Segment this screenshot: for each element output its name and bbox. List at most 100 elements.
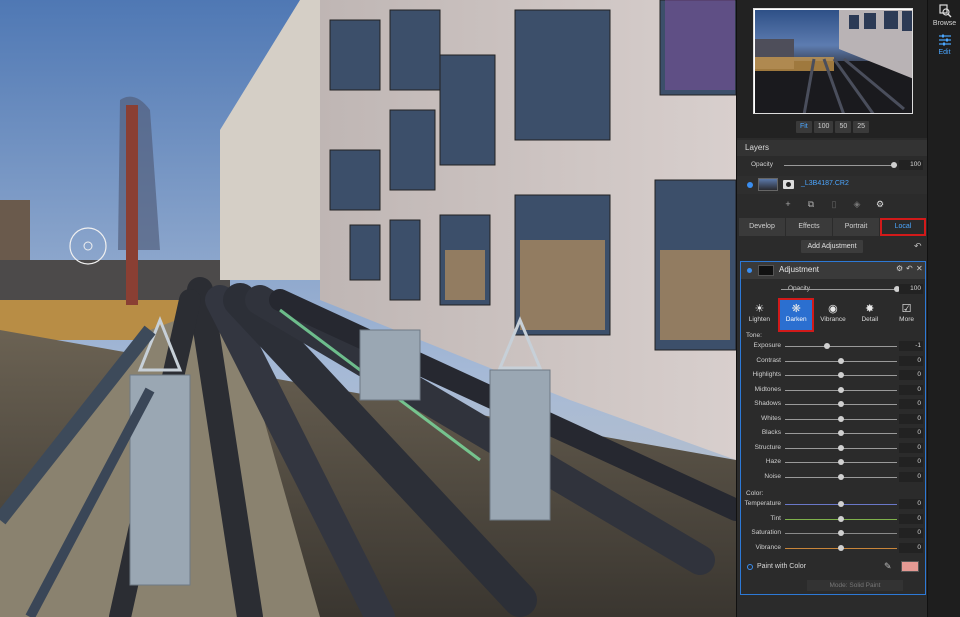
slider-value[interactable]: 0 (899, 457, 923, 467)
slider-value[interactable]: 0 (899, 370, 923, 380)
adjustment-header[interactable]: Adjustment ⚙ ↶ ✕ (741, 262, 925, 279)
add-adjustment-button[interactable]: Add Adjustment (801, 240, 863, 253)
layer-visible-dot[interactable] (747, 182, 753, 188)
slider-value[interactable]: -1 (899, 341, 923, 351)
lighten-icon: ☀ (754, 303, 765, 315)
delete-layer-icon[interactable]: ▯ (829, 199, 839, 209)
tab-local[interactable]: Local (880, 218, 926, 236)
layers-opacity-track[interactable] (784, 165, 897, 166)
paint-color-swatch[interactable] (901, 561, 919, 572)
slider-value[interactable]: 0 (899, 528, 923, 538)
adjustment-icon (758, 265, 774, 276)
paint-mode-select[interactable]: Mode: Solid Paint (807, 580, 903, 591)
slider-value[interactable]: 0 (899, 413, 923, 424)
browse-mode-button[interactable]: Browse (928, 4, 960, 27)
slider-midtones[interactable]: Midtones 0 (741, 384, 925, 397)
preset-detail[interactable]: ✸ Detail (854, 300, 886, 330)
adjustment-opacity-track[interactable] (781, 289, 897, 290)
side-panel: Fit 100 50 25 Layers Opacity 100 _L3B4187.C… (736, 0, 928, 617)
reset-icon[interactable]: ↶ (914, 241, 922, 252)
tab-effects[interactable]: Effects (786, 218, 832, 236)
slider-thumb[interactable] (838, 515, 844, 522)
slider-thumb[interactable] (838, 430, 844, 436)
layers-opacity-value[interactable]: 100 (899, 160, 923, 170)
eyedropper-icon[interactable]: ✎ (884, 561, 892, 572)
slider-value[interactable]: 0 (899, 542, 923, 553)
zoom-50-button[interactable]: 50 (835, 121, 852, 133)
slider-haze[interactable]: Haze 0 (741, 456, 925, 469)
zoom-100-button[interactable]: 100 (813, 121, 834, 133)
slider-highlights[interactable]: Highlights 0 (741, 369, 925, 382)
layer-item[interactable]: _L3B4187.CR2 (737, 176, 928, 194)
slider-thumb[interactable] (838, 386, 844, 393)
slider-value[interactable]: 0 (899, 384, 923, 395)
adjustment-close-icon[interactable]: ✕ (916, 264, 923, 273)
slider-tint[interactable]: Tint 0 (741, 513, 925, 526)
layer-name[interactable]: _L3B4187.CR2 (801, 180, 849, 187)
paint-with-color-radio[interactable] (747, 564, 753, 570)
preset-buttons: ☀ Lighten ❋ Darken ◉ Vibrance ✸ Detail ☑ More (741, 298, 925, 332)
zoom-25-button[interactable]: 25 (853, 121, 870, 133)
add-layer-icon[interactable]: + (783, 199, 793, 209)
layer-settings-icon[interactable]: ⚙ (875, 199, 885, 209)
slider-thumb[interactable] (838, 473, 844, 480)
slider-thumb[interactable] (838, 444, 844, 451)
slider-thumb[interactable] (838, 459, 844, 465)
slider-track[interactable] (785, 346, 897, 347)
slider-label: Highlights (752, 371, 781, 378)
tab-develop[interactable]: Develop (739, 218, 785, 236)
photo-canvas[interactable] (0, 0, 736, 617)
preset-lighten[interactable]: ☀ Lighten (743, 300, 775, 330)
slider-blacks[interactable]: Blacks 0 (741, 427, 925, 440)
slider-contrast[interactable]: Contrast 0 (741, 355, 925, 368)
merge-layer-icon[interactable]: ◈ (852, 199, 862, 209)
slider-shadows[interactable]: Shadows 0 (741, 398, 925, 411)
layers-header[interactable]: Layers (737, 140, 928, 156)
slider-thumb[interactable] (838, 415, 844, 422)
adjustment-opacity-value[interactable]: 100 (899, 284, 923, 294)
more-icon: ☑ (901, 303, 912, 315)
slider-noise[interactable]: Noise 0 (741, 471, 925, 484)
navigator-preview-image (754, 9, 912, 113)
slider-label: Noise (764, 472, 781, 480)
slider-value[interactable]: 0 (899, 471, 923, 482)
slider-vibrance[interactable]: Vibrance 0 (741, 542, 925, 555)
slider-thumb[interactable] (824, 343, 830, 349)
preset-vibrance[interactable]: ◉ Vibrance (817, 300, 849, 330)
preset-more[interactable]: ☑ More (891, 300, 923, 330)
slider-thumb[interactable] (838, 501, 844, 507)
slider-value[interactable]: 0 (899, 442, 923, 453)
slider-whites[interactable]: Whites 0 (741, 413, 925, 426)
slider-temperature[interactable]: Temperature 0 (741, 498, 925, 511)
slider-thumb[interactable] (838, 401, 844, 407)
layers-opacity-thumb[interactable] (891, 162, 897, 168)
navigator-thumbnail[interactable] (753, 8, 913, 114)
zoom-fit-button[interactable]: Fit (795, 121, 812, 133)
tab-portrait[interactable]: Portrait (833, 218, 879, 236)
slider-value[interactable]: 0 (899, 355, 923, 366)
slider-value[interactable]: 0 (899, 428, 923, 438)
paint-with-color-row: Paint with Color ✎ (741, 560, 925, 574)
slider-value[interactable]: 0 (899, 399, 923, 409)
slider-label: Structure (754, 443, 781, 451)
slider-value[interactable]: 0 (899, 499, 923, 509)
slider-exposure[interactable]: Exposure -1 (741, 340, 925, 353)
color-group-label: Color: (746, 490, 764, 497)
slider-thumb[interactable] (838, 372, 844, 378)
adjustment-settings-icon[interactable]: ⚙ (896, 264, 903, 273)
layer-mask-icon[interactable] (783, 180, 794, 189)
slider-structure[interactable]: Structure 0 (741, 442, 925, 455)
duplicate-layer-icon[interactable]: ⧉ (806, 199, 816, 209)
adjustment-opacity-slider[interactable]: Opacity 100 (741, 283, 925, 296)
preset-darken[interactable]: ❋ Darken (778, 298, 815, 332)
module-tabs: Develop Effects Portrait Local (739, 218, 926, 236)
adjustment-enabled-dot[interactable] (747, 268, 752, 273)
slider-thumb[interactable] (838, 530, 844, 536)
slider-thumb[interactable] (838, 544, 844, 551)
slider-thumb[interactable] (838, 357, 844, 364)
layers-opacity-slider[interactable]: Opacity 100 (737, 159, 928, 172)
adjustment-reset-icon[interactable]: ↶ (906, 264, 913, 273)
slider-saturation[interactable]: Saturation 0 (741, 527, 925, 540)
edit-mode-button[interactable]: Edit (928, 33, 960, 56)
slider-value[interactable]: 0 (899, 513, 923, 524)
